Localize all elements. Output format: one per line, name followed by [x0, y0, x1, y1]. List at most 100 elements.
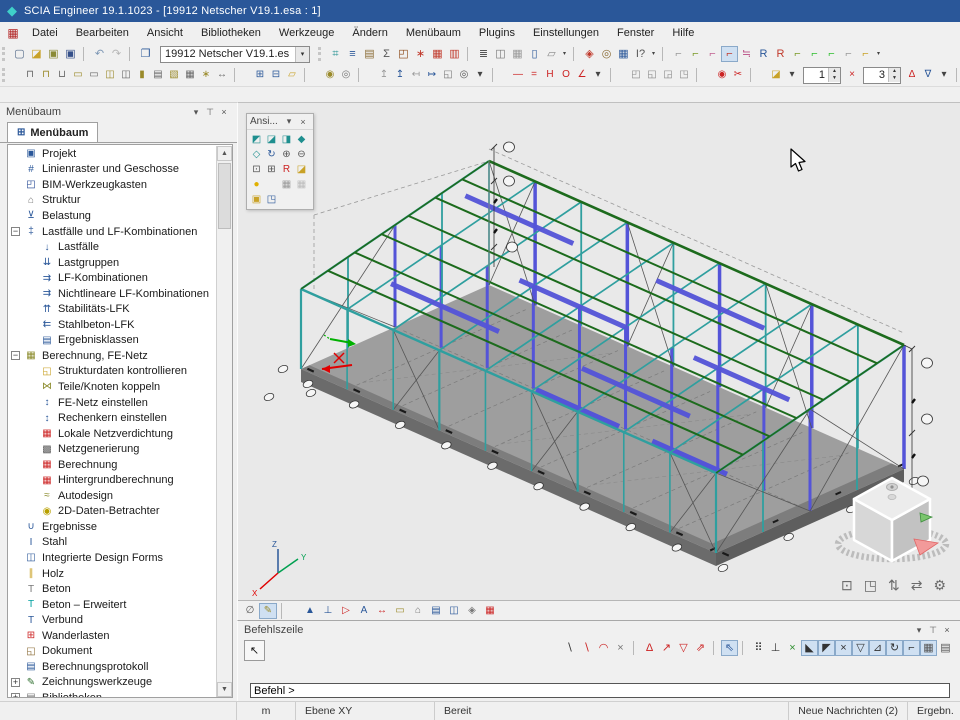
swap-view-button[interactable]: ⇄: [911, 577, 923, 594]
more-tools-button[interactable]: ▾: [649, 46, 658, 62]
snap-cursor-move-button[interactable]: ↗: [658, 640, 675, 656]
scroll-down-icon[interactable]: ▼: [217, 682, 232, 697]
menu-item[interactable]: Ansicht: [138, 25, 192, 41]
documents-list-button[interactable]: ◱: [440, 67, 456, 83]
copy-tool-4-button[interactable]: ◳: [676, 67, 692, 83]
pen-default-button[interactable]: ∅: [241, 603, 259, 619]
tree-item-stahlbeton-lfk[interactable]: ⇇ Stahlbeton-LFK: [8, 317, 216, 333]
tree-item-lokale-netzverdichtung[interactable]: ▦ Lokale Netzverdichtung: [8, 426, 216, 442]
more-services-button[interactable]: ▾: [784, 67, 800, 83]
copy-tool-1-button[interactable]: ◰: [628, 67, 644, 83]
open-service-button[interactable]: ◪: [768, 67, 784, 83]
copy-tool-2-button[interactable]: ◱: [644, 67, 660, 83]
view-flag-5-button[interactable]: ≒: [738, 46, 755, 62]
small-grid-button[interactable]: ▦: [615, 46, 632, 62]
snap-selection-button[interactable]: ▽: [675, 640, 692, 656]
member-column-c-button[interactable]: ⊔: [54, 67, 70, 83]
more-view-flags-button[interactable]: ▾: [874, 46, 883, 62]
toggle-panels-button[interactable]: ❐: [137, 46, 154, 62]
menu-item[interactable]: Fenster: [608, 25, 663, 41]
render-mode-2-button[interactable]: ▦: [294, 177, 309, 192]
tree-item-lastgruppen[interactable]: ⇊ Lastgruppen: [8, 255, 216, 271]
tree-item-fe-netz-einstellen[interactable]: ↕ FE-Netz einstellen: [8, 395, 216, 411]
member-rafter-button[interactable]: ▭: [86, 67, 102, 83]
snap-line-grid-button[interactable]: ⊥: [767, 640, 784, 656]
open-project-button[interactable]: ◪: [28, 46, 45, 62]
snap-intersections-button[interactable]: ▽: [852, 640, 869, 656]
toolbar-separator[interactable]: [83, 47, 89, 61]
node-scale-tool-button[interactable]: ×: [844, 67, 860, 83]
panel-pin-icon[interactable]: ⊤: [926, 625, 940, 636]
zoom-document-button[interactable]: ◎: [598, 46, 615, 62]
tree-item-integrierte-design-forms[interactable]: ◫ Integrierte Design Forms: [8, 550, 216, 566]
view-flag-3-button[interactable]: ⌐: [704, 46, 721, 62]
view-flag-7-button[interactable]: R: [772, 46, 789, 62]
tree-item-bim-werkzeugkasten[interactable]: ◰ BIM-Werkzeugkasten: [8, 177, 216, 193]
pointer-mode-button[interactable]: ↖: [244, 640, 265, 661]
new-project-button[interactable]: ▢: [11, 46, 28, 62]
zoom-window-button[interactable]: ⊡: [249, 162, 264, 177]
panel-close-icon[interactable]: ×: [217, 107, 231, 117]
zoom-out-button[interactable]: ⊖: [294, 147, 309, 162]
member-plate-rib-button[interactable]: ▧: [166, 67, 182, 83]
document-window-icon[interactable]: ▦: [3, 26, 23, 40]
activity-button[interactable]: Σ: [378, 46, 395, 62]
more-supports-button[interactable]: ▾: [590, 67, 606, 83]
clipping-box-button[interactable]: ▣: [249, 192, 264, 207]
scrollbar-thumb[interactable]: [218, 163, 231, 229]
highlight-tool-button[interactable]: ◉: [714, 67, 730, 83]
bim-toolbox-button[interactable]: ◰: [395, 46, 412, 62]
toolbar-separator[interactable]: [956, 68, 960, 82]
toolbar-separator[interactable]: [696, 68, 712, 82]
toolbar-separator[interactable]: [573, 47, 579, 61]
member-plate-button[interactable]: ▤: [150, 67, 166, 83]
tree-item-berechnung-fe-netz[interactable]: − ▦ Berechnung, FE-Netz: [8, 348, 216, 364]
member-span-button[interactable]: ↔: [214, 67, 230, 83]
toolbar-separator[interactable]: [713, 641, 719, 655]
light-toggle-button[interactable]: ●: [249, 177, 264, 192]
tree-item-beton-erweitert[interactable]: T Beton – Erweitert: [8, 597, 216, 613]
tree-item-belastung[interactable]: ⊻ Belastung: [8, 208, 216, 224]
more-exports-button[interactable]: ▾: [472, 67, 488, 83]
tree-item-lastfalle-und-lf-kombinationen[interactable]: − ‡ Lastfälle und LF-Kombinationen: [8, 224, 216, 240]
member-vertical-button[interactable]: ▮: [134, 67, 150, 83]
show-dimensions-button[interactable]: ↔: [373, 603, 391, 619]
viewport-3d-model[interactable]: ZYX: [238, 103, 960, 601]
tree-item-bibliotheken[interactable]: + ▤ Bibliotheken: [8, 690, 216, 697]
zoom-previous-button[interactable]: R: [279, 162, 294, 177]
more-documents-button[interactable]: ▾: [560, 46, 569, 62]
snap-tracking-button[interactable]: ⇗: [692, 640, 709, 656]
status-results-button[interactable]: Ergebn.: [907, 702, 960, 720]
zoom-all-button[interactable]: ⊞: [264, 162, 279, 177]
snap-orthogonal-button[interactable]: ⊿: [869, 640, 886, 656]
show-all-button[interactable]: ◎: [338, 67, 354, 83]
table-export-1-button[interactable]: ↥: [376, 67, 392, 83]
snap-cut-button[interactable]: ×: [784, 640, 801, 656]
show-loads-button[interactable]: ⊥: [319, 603, 337, 619]
tree-item-strukturdaten-kontrollieren[interactable]: ◱ Strukturdaten kontrollieren: [8, 364, 216, 380]
tree-item-holz[interactable]: ∥ Holz: [8, 566, 216, 582]
coordinate-input-button[interactable]: ▤: [937, 640, 954, 656]
toolbar-separator[interactable]: [492, 68, 508, 82]
cursor-snap-settings-button[interactable]: ⇖: [721, 640, 738, 656]
document-button[interactable]: ▯: [526, 46, 543, 62]
tree-item-ergebnisse[interactable]: ∪ Ergebnisse: [8, 519, 216, 535]
render-options-button[interactable]: ▭: [391, 603, 409, 619]
toolbar-separator[interactable]: [467, 47, 473, 61]
mesh-node-button[interactable]: ∗: [412, 46, 429, 62]
snap-arc-points-button[interactable]: ↻: [886, 640, 903, 656]
project-manager-button[interactable]: ⌗: [327, 46, 344, 62]
view-flag-4-button[interactable]: ⌐: [721, 46, 738, 62]
show-labels-button[interactable]: ▷: [337, 603, 355, 619]
calculator-button[interactable]: ▦: [509, 46, 526, 62]
menu-item[interactable]: Hilfe: [663, 25, 703, 41]
hide-selection-button[interactable]: ◉: [322, 67, 338, 83]
menu-item[interactable]: Bearbeiten: [67, 25, 138, 41]
view-flag-11-button[interactable]: ⌐: [840, 46, 857, 62]
toolbar-separator[interactable]: [304, 68, 320, 82]
tree-item-berechnungsprotokoll[interactable]: ▤ Berechnungsprotokoll: [8, 659, 216, 675]
show-text-labels-button[interactable]: A: [355, 603, 373, 619]
gallery-button[interactable]: ▦: [429, 46, 446, 62]
connect-members-button[interactable]: ⊞: [252, 67, 268, 83]
view-cube-toggle-button[interactable]: ◳: [864, 577, 877, 594]
